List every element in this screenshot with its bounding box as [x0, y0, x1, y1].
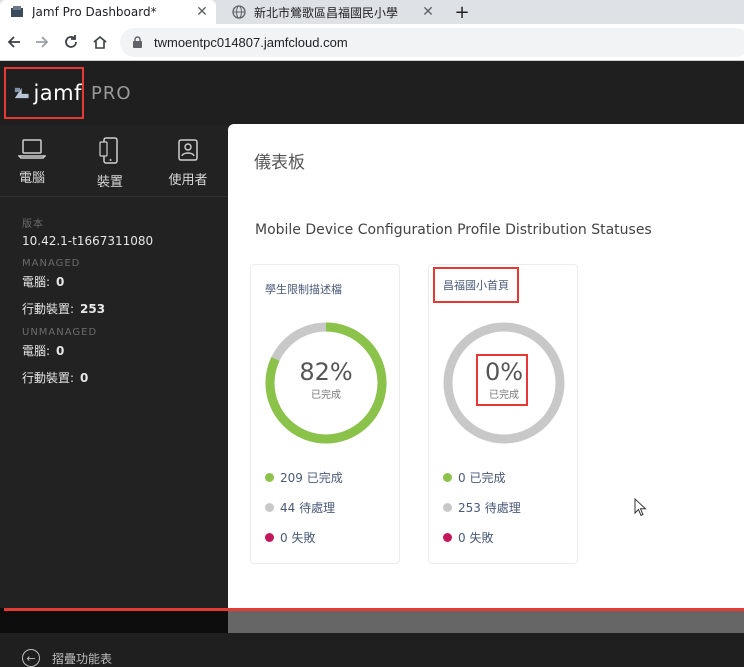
close-icon[interactable]: ✕	[420, 4, 436, 20]
new-tab-button[interactable]: +	[452, 0, 472, 24]
user-badge-icon	[178, 139, 198, 161]
completion-percent: 82%	[299, 358, 353, 386]
managed-devices-count: 253	[80, 302, 106, 316]
arrow-left-circle-icon: ←	[22, 649, 40, 667]
managed-computers-label: 電腦:	[22, 275, 51, 289]
browser-tab-bar: Jamf Pro Dashboard* ✕ 新北市鶯歌區昌福國民小學 ✕ +	[0, 0, 744, 24]
jamf-favicon-icon	[10, 5, 24, 19]
back-icon[interactable]	[4, 32, 24, 52]
card-title[interactable]: 學生限制描述檔	[265, 281, 342, 297]
unmanaged-label: UNMANAGED	[22, 327, 98, 338]
green-dot-icon	[265, 473, 274, 482]
tab-label: 使用者	[168, 173, 208, 188]
completion-sub-label: 已完成	[311, 390, 341, 401]
unmanaged-computers-count: 0	[56, 344, 65, 358]
red-dot-icon	[265, 533, 274, 542]
tab-users[interactable]: 使用者	[158, 137, 218, 188]
managed-label: MANAGED	[22, 258, 81, 269]
sidebar: 電腦 裝置 使用者 版本 10.42.1-t1667311080 MANAGED…	[0, 125, 228, 667]
completed-count: 209 已完成	[280, 471, 343, 485]
managed-computers-row: 電腦: 0	[22, 273, 222, 290]
reload-icon[interactable]	[61, 32, 81, 52]
tab-school-site[interactable]: 新北市鶯歌區昌福國民小學 ✕	[222, 0, 442, 24]
jamf-logo-icon	[14, 87, 29, 99]
url-text[interactable]: twmoentpc014807.jamfcloud.com	[154, 35, 348, 50]
section-title: Mobile Device Configuration Profile Dist…	[255, 222, 652, 238]
tab-label: 電腦	[18, 171, 45, 186]
mouse-cursor-icon	[634, 498, 647, 517]
gray-dot-icon	[443, 503, 452, 512]
completion-donut-chart[interactable]: 82% 已完成	[263, 320, 389, 446]
inventory-summary: 版本 10.42.1-t1667311080 MANAGED 電腦: 0 行動裝置…	[22, 215, 222, 396]
managed-devices-row: 行動裝置: 253	[22, 300, 222, 317]
completion-donut-chart[interactable]: 0% 已完成	[441, 320, 567, 446]
collapse-label: 摺疊功能表	[52, 651, 113, 666]
collapse-menu-button[interactable]: ← 摺疊功能表	[22, 649, 112, 667]
tab-computers[interactable]: 電腦	[2, 137, 62, 186]
red-dot-icon	[443, 533, 452, 542]
gray-dot-icon	[265, 503, 274, 512]
forward-icon[interactable]	[32, 32, 52, 52]
version-value: 10.42.1-t1667311080	[22, 234, 154, 248]
nav-tabs: 電腦 裝置 使用者	[0, 125, 228, 197]
video-progress-bar[interactable]	[4, 608, 744, 611]
green-dot-icon	[443, 473, 452, 482]
card-title[interactable]: 昌福國小首頁	[433, 267, 519, 303]
managed-computers-count: 0	[56, 275, 65, 289]
tab-title: Jamf Pro Dashboard*	[32, 5, 157, 19]
video-control-bar	[0, 608, 744, 633]
highlight-box	[476, 354, 528, 406]
managed-devices-label: 行動裝置:	[22, 302, 75, 316]
tab-title: 新北市鶯歌區昌福國民小學	[254, 5, 399, 20]
unmanaged-computers-row: 電腦: 0	[22, 342, 222, 359]
legend-failed[interactable]: 0 失敗	[443, 529, 573, 546]
legend-completed[interactable]: 0 已完成	[443, 469, 573, 486]
pending-count: 253 待處理	[458, 501, 521, 515]
laptop-icon	[18, 139, 46, 159]
unmanaged-computers-label: 電腦:	[22, 344, 51, 358]
page-title: 儀表板	[254, 153, 305, 173]
profile-status-card[interactable]: 學生限制描述檔 82% 已完成 209 已完成 44 待處理 0 失敗	[250, 264, 400, 564]
legend-pending[interactable]: 253 待處理	[443, 499, 573, 516]
address-bar: twmoentpc014807.jamfcloud.com	[0, 24, 744, 61]
dashboard-panel: 儀表板 Mobile Device Configuration Profile …	[228, 124, 744, 633]
tab-label: 裝置	[96, 175, 123, 190]
legend-completed[interactable]: 209 已完成	[265, 469, 395, 486]
tab-devices[interactable]: 裝置	[80, 137, 140, 190]
unmanaged-devices-row: 行動裝置: 0	[22, 369, 222, 386]
lock-icon[interactable]	[132, 36, 146, 49]
jamf-logo[interactable]: jamf	[4, 67, 84, 119]
tab-jamf-dashboard[interactable]: Jamf Pro Dashboard* ✕	[0, 0, 216, 24]
unmanaged-devices-label: 行動裝置:	[22, 371, 75, 385]
mobile-device-icon	[99, 137, 118, 164]
pending-count: 44 待處理	[280, 501, 336, 515]
globe-icon	[232, 5, 246, 19]
completed-count: 0 已完成	[458, 471, 506, 485]
url-bar[interactable]: twmoentpc014807.jamfcloud.com	[120, 28, 744, 57]
pro-label: PRO	[91, 83, 132, 104]
profile-status-card[interactable]: 昌福國小首頁 0% 已完成 0 已完成 253 待處理 0 失敗	[428, 264, 578, 564]
version-label: 版本	[22, 219, 44, 230]
legend-failed[interactable]: 0 失敗	[265, 529, 395, 546]
unmanaged-devices-count: 0	[80, 371, 89, 385]
app-header: jamf PRO	[0, 61, 744, 125]
failed-count: 0 失敗	[280, 531, 316, 545]
jamf-app: jamf PRO 電腦 裝置 使用者 版本 10.42.1-t166731108…	[0, 61, 744, 667]
home-icon[interactable]	[90, 32, 110, 52]
close-icon[interactable]: ✕	[194, 4, 210, 20]
legend-pending[interactable]: 44 待處理	[265, 499, 395, 516]
failed-count: 0 失敗	[458, 531, 494, 545]
logo-text: jamf	[33, 81, 82, 105]
